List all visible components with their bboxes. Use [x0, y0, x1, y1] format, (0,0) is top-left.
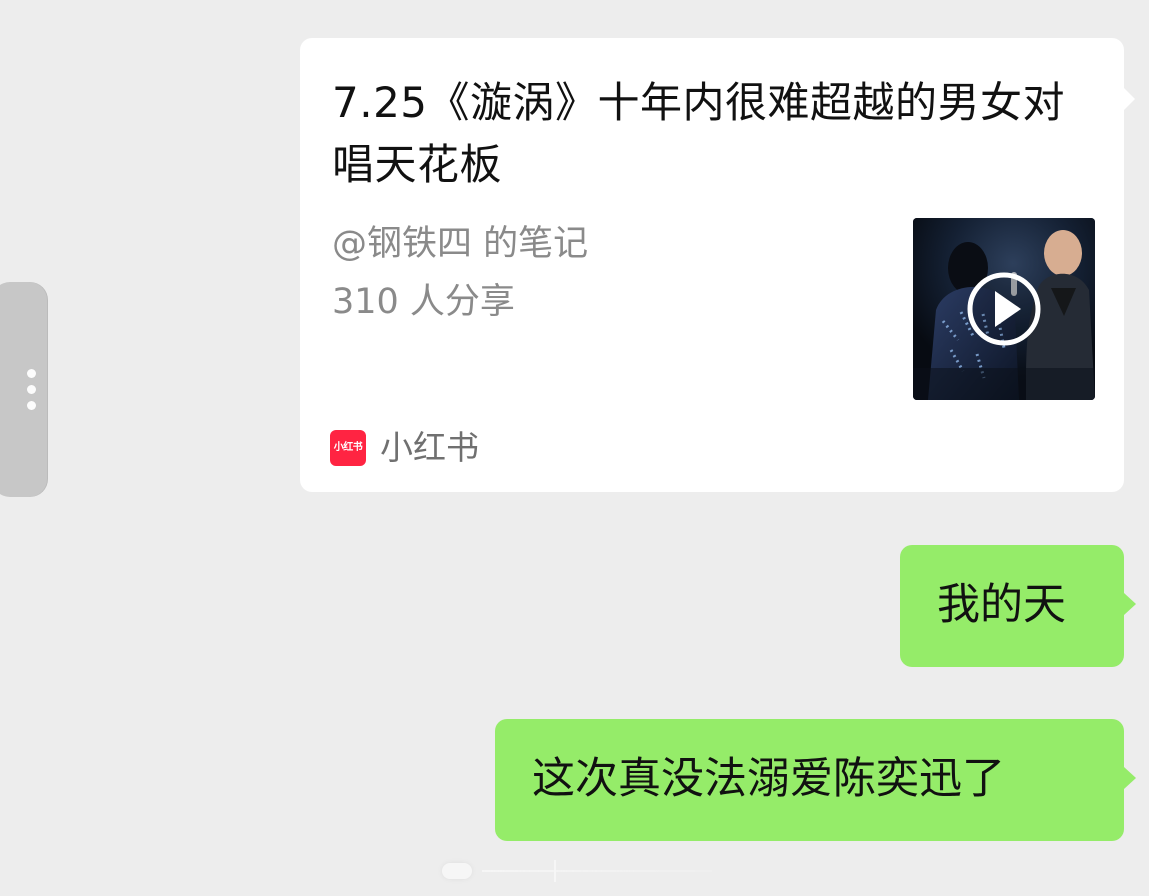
bottom-indicator-tick	[554, 860, 556, 882]
sent-message-bubble[interactable]: 我的天	[900, 545, 1136, 667]
bottom-indicator-line	[482, 870, 712, 872]
shared-note-share-count: 310 人分享	[332, 282, 515, 322]
bottom-indicator	[442, 857, 712, 885]
sent-message-bubble[interactable]: 这次真没法溺爱陈奕迅了	[495, 719, 1136, 841]
play-icon	[967, 272, 1041, 346]
vertical-dots-icon	[27, 369, 36, 410]
source-row: 小红书 小红书	[330, 428, 479, 468]
dot	[27, 401, 36, 410]
shared-note-author: @钢铁四 的笔记	[332, 224, 589, 264]
dot	[27, 369, 36, 378]
xiaohongshu-logo-icon: 小红书	[330, 430, 366, 466]
shared-note-card[interactable]: 7.25《漩涡》十年内很难超越的男女对唱天花板 @钢铁四 的笔记 310 人分享	[300, 38, 1135, 492]
shared-note-title: 7.25《漩涡》十年内很难超越的男女对唱天花板	[332, 78, 1066, 189]
source-name: 小红书	[380, 428, 479, 467]
bottom-indicator-pill	[442, 863, 472, 879]
dot	[27, 385, 36, 394]
side-panel-handle[interactable]	[0, 282, 48, 497]
video-thumbnail[interactable]	[913, 218, 1095, 400]
